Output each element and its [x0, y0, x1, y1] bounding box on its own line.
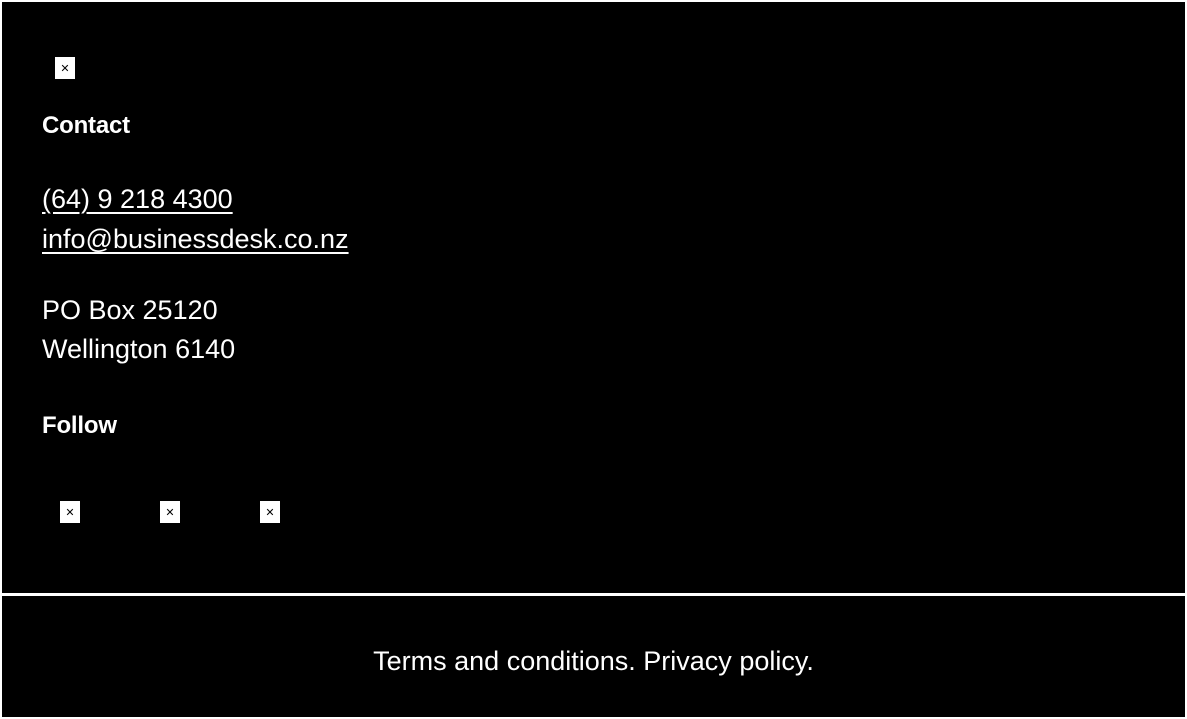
- footer-contact-section: ✕ Contact (64) 9 218 4300 info@businessd…: [2, 2, 1185, 593]
- phone-link[interactable]: (64) 9 218 4300: [42, 184, 233, 215]
- social-link-2-broken-image-icon[interactable]: ✕: [160, 501, 180, 523]
- privacy-link[interactable]: Privacy policy.: [643, 646, 814, 676]
- address-line-2: Wellington 6140: [42, 334, 236, 364]
- address-line-1: PO Box 25120: [42, 295, 218, 325]
- legal-links: Terms and conditions. Privacy policy.: [2, 646, 1185, 677]
- footer: ✕ Contact (64) 9 218 4300 info@businessd…: [2, 2, 1185, 717]
- social-link-1-broken-image-icon[interactable]: ✕: [60, 501, 80, 523]
- follow-heading: Follow: [42, 412, 117, 439]
- contact-heading: Contact: [42, 112, 130, 139]
- broken-image-icon: ✕: [55, 57, 75, 79]
- social-link-3-broken-image-icon[interactable]: ✕: [260, 501, 280, 523]
- footer-legal-section: Terms and conditions. Privacy policy.: [2, 596, 1185, 717]
- email-link[interactable]: info@businessdesk.co.nz: [42, 224, 349, 255]
- terms-link[interactable]: Terms and conditions.: [373, 646, 636, 676]
